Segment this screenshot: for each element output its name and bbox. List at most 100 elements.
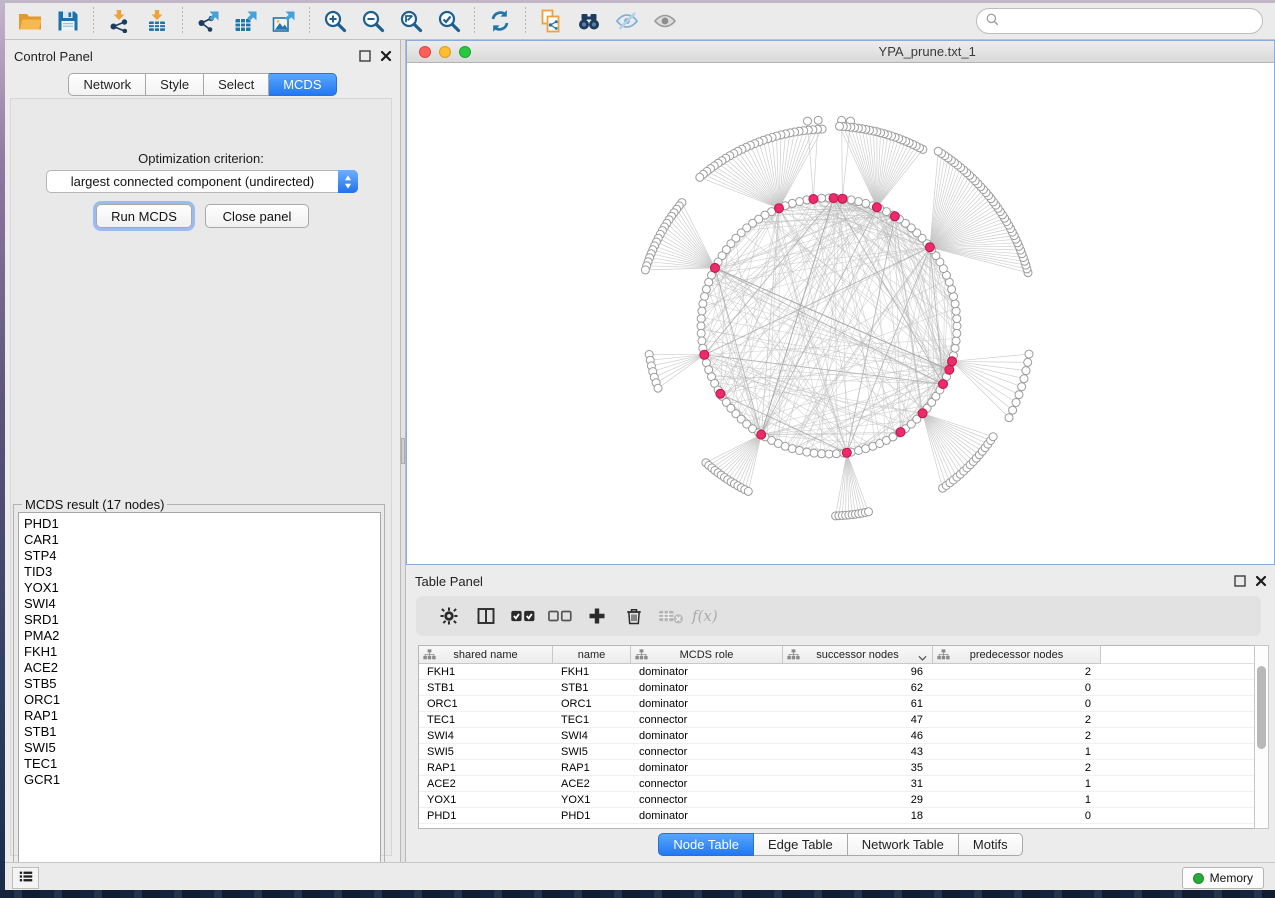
table-cell: dominator <box>631 696 783 711</box>
result-node-item[interactable]: STB5 <box>24 676 380 692</box>
result-node-item[interactable]: SWI5 <box>24 740 380 756</box>
table-row[interactable]: RAP1RAP1dominator352 <box>419 760 1262 776</box>
tab-edge-table[interactable]: Edge Table <box>754 833 848 856</box>
table-panel-tabs: Node TableEdge TableNetwork TableMotifs <box>406 833 1275 856</box>
show-columns-button[interactable] <box>467 601 504 631</box>
export-network-button[interactable] <box>189 6 227 36</box>
open-file-button[interactable] <box>11 6 49 36</box>
tab-network-table[interactable]: Network Table <box>848 833 959 856</box>
export-table-button[interactable] <box>227 6 265 36</box>
table-cell: STB1 <box>419 680 553 695</box>
dropdown-stepper-icon <box>338 170 358 193</box>
search-input[interactable] <box>1006 14 1254 29</box>
table-cell: SWI5 <box>553 744 631 759</box>
result-node-item[interactable]: GCR1 <box>24 772 380 788</box>
column-type-icon <box>937 649 950 660</box>
result-node-item[interactable]: CAR1 <box>24 532 380 548</box>
close-table-panel-icon[interactable] <box>1254 575 1267 588</box>
zoom-in-button[interactable] <box>316 6 354 36</box>
select-all-button[interactable] <box>504 601 541 631</box>
tab-network[interactable]: Network <box>68 73 146 96</box>
memory-button[interactable]: Memory <box>1182 867 1264 889</box>
table-cell: 0 <box>933 696 1101 711</box>
find-button[interactable] <box>570 6 608 36</box>
tab-mcds[interactable]: MCDS <box>269 73 336 96</box>
network-canvas[interactable] <box>407 63 1274 564</box>
result-node-item[interactable]: ORC1 <box>24 692 380 708</box>
table-cell: 61 <box>783 696 933 711</box>
save-session-button[interactable] <box>49 6 87 36</box>
mcds-result-list[interactable]: PHD1CAR1STP4TID3YOX1SWI4SRD1PMA2FKH1ACE2… <box>18 512 381 874</box>
column-header-name[interactable]: name <box>553 646 631 664</box>
float-panel-icon[interactable] <box>358 50 371 63</box>
svg-text:f(x): f(x) <box>691 607 718 625</box>
table-cell: SWI5 <box>419 744 553 759</box>
column-header-shared-name[interactable]: shared name <box>419 646 553 664</box>
criterion-dropdown[interactable]: largest connected component (undirected) <box>46 170 358 193</box>
refresh-button[interactable] <box>481 6 519 36</box>
table-cell: 29 <box>783 792 933 807</box>
table-row[interactable]: TEC1TEC1connector472 <box>419 712 1262 728</box>
table-row[interactable]: ORC1ORC1dominator610 <box>419 696 1262 712</box>
splitter-handle[interactable] <box>401 438 405 464</box>
close-panel-icon[interactable] <box>379 50 392 63</box>
tab-node-table[interactable]: Node Table <box>658 833 754 856</box>
zoom-fit-button[interactable] <box>392 6 430 36</box>
table-row[interactable]: STB1STB1dominator620 <box>419 680 1262 696</box>
close-panel-button[interactable]: Close panel <box>205 204 309 228</box>
export-image-button[interactable] <box>265 6 303 36</box>
table-row[interactable]: ACE2ACE2connector311 <box>419 776 1262 792</box>
maximize-window-icon[interactable] <box>459 46 471 58</box>
run-mcds-button[interactable]: Run MCDS <box>96 204 192 228</box>
result-node-item[interactable]: YOX1 <box>24 580 380 596</box>
table-row[interactable]: SWI4SWI4dominator462 <box>419 728 1262 744</box>
network-window-titlebar[interactable]: YPA_prune.txt_1 <box>407 41 1274 63</box>
column-header-MCDS-role[interactable]: MCDS role <box>631 646 783 664</box>
tab-style[interactable]: Style <box>146 73 204 96</box>
result-node-item[interactable]: TID3 <box>24 564 380 580</box>
table-scrollbar[interactable] <box>1254 645 1269 829</box>
result-node-item[interactable]: ACE2 <box>24 660 380 676</box>
tab-select[interactable]: Select <box>204 73 269 96</box>
table-cell: 2 <box>933 664 1101 679</box>
deselect-all-button[interactable] <box>541 601 578 631</box>
result-node-item[interactable]: STP4 <box>24 548 380 564</box>
result-node-item[interactable]: FKH1 <box>24 644 380 660</box>
zoom-selected-button[interactable] <box>430 6 468 36</box>
table-mode-button[interactable] <box>430 601 467 631</box>
show-panels-button[interactable] <box>12 867 39 889</box>
result-node-item[interactable]: SRD1 <box>24 612 380 628</box>
node-table: shared namenameMCDS rolesuccessor nodesp… <box>418 645 1263 829</box>
close-window-icon[interactable] <box>419 46 431 58</box>
table-cell: connector <box>631 792 783 807</box>
table-cell: connector <box>631 776 783 791</box>
delete-columns-button[interactable] <box>615 601 652 631</box>
table-cell: RAP1 <box>419 760 553 775</box>
result-node-item[interactable]: STB1 <box>24 724 380 740</box>
table-row[interactable]: FKH1FKH1dominator962 <box>419 664 1262 680</box>
minimize-window-icon[interactable] <box>439 46 451 58</box>
show-all-button[interactable] <box>646 6 684 36</box>
table-row[interactable]: PHD1PHD1dominator180 <box>419 808 1262 824</box>
create-column-button[interactable] <box>578 601 615 631</box>
column-header-predecessor-nodes[interactable]: predecessor nodes <box>933 646 1101 664</box>
result-node-item[interactable]: RAP1 <box>24 708 380 724</box>
network-graph[interactable] <box>407 63 1274 564</box>
result-node-item[interactable]: SWI4 <box>24 596 380 612</box>
zoom-out-button[interactable] <box>354 6 392 36</box>
result-node-item[interactable]: PMA2 <box>24 628 380 644</box>
result-node-item[interactable]: TEC1 <box>24 756 380 772</box>
result-node-item[interactable]: PHD1 <box>24 516 380 532</box>
table-cell: RAP1 <box>553 760 631 775</box>
hide-selected-button[interactable] <box>608 6 646 36</box>
table-scrollbar-thumb[interactable] <box>1257 666 1266 749</box>
duplicate-network-button[interactable] <box>532 6 570 36</box>
table-row[interactable]: YOX1YOX1connector291 <box>419 792 1262 808</box>
table-row[interactable]: SWI5SWI5connector431 <box>419 744 1262 760</box>
tab-motifs[interactable]: Motifs <box>959 833 1023 856</box>
import-table-button[interactable] <box>138 6 176 36</box>
search-box[interactable] <box>976 8 1263 34</box>
import-network-button[interactable] <box>100 6 138 36</box>
float-table-panel-icon[interactable] <box>1233 575 1246 588</box>
column-header-successor-nodes[interactable]: successor nodes <box>783 646 933 664</box>
